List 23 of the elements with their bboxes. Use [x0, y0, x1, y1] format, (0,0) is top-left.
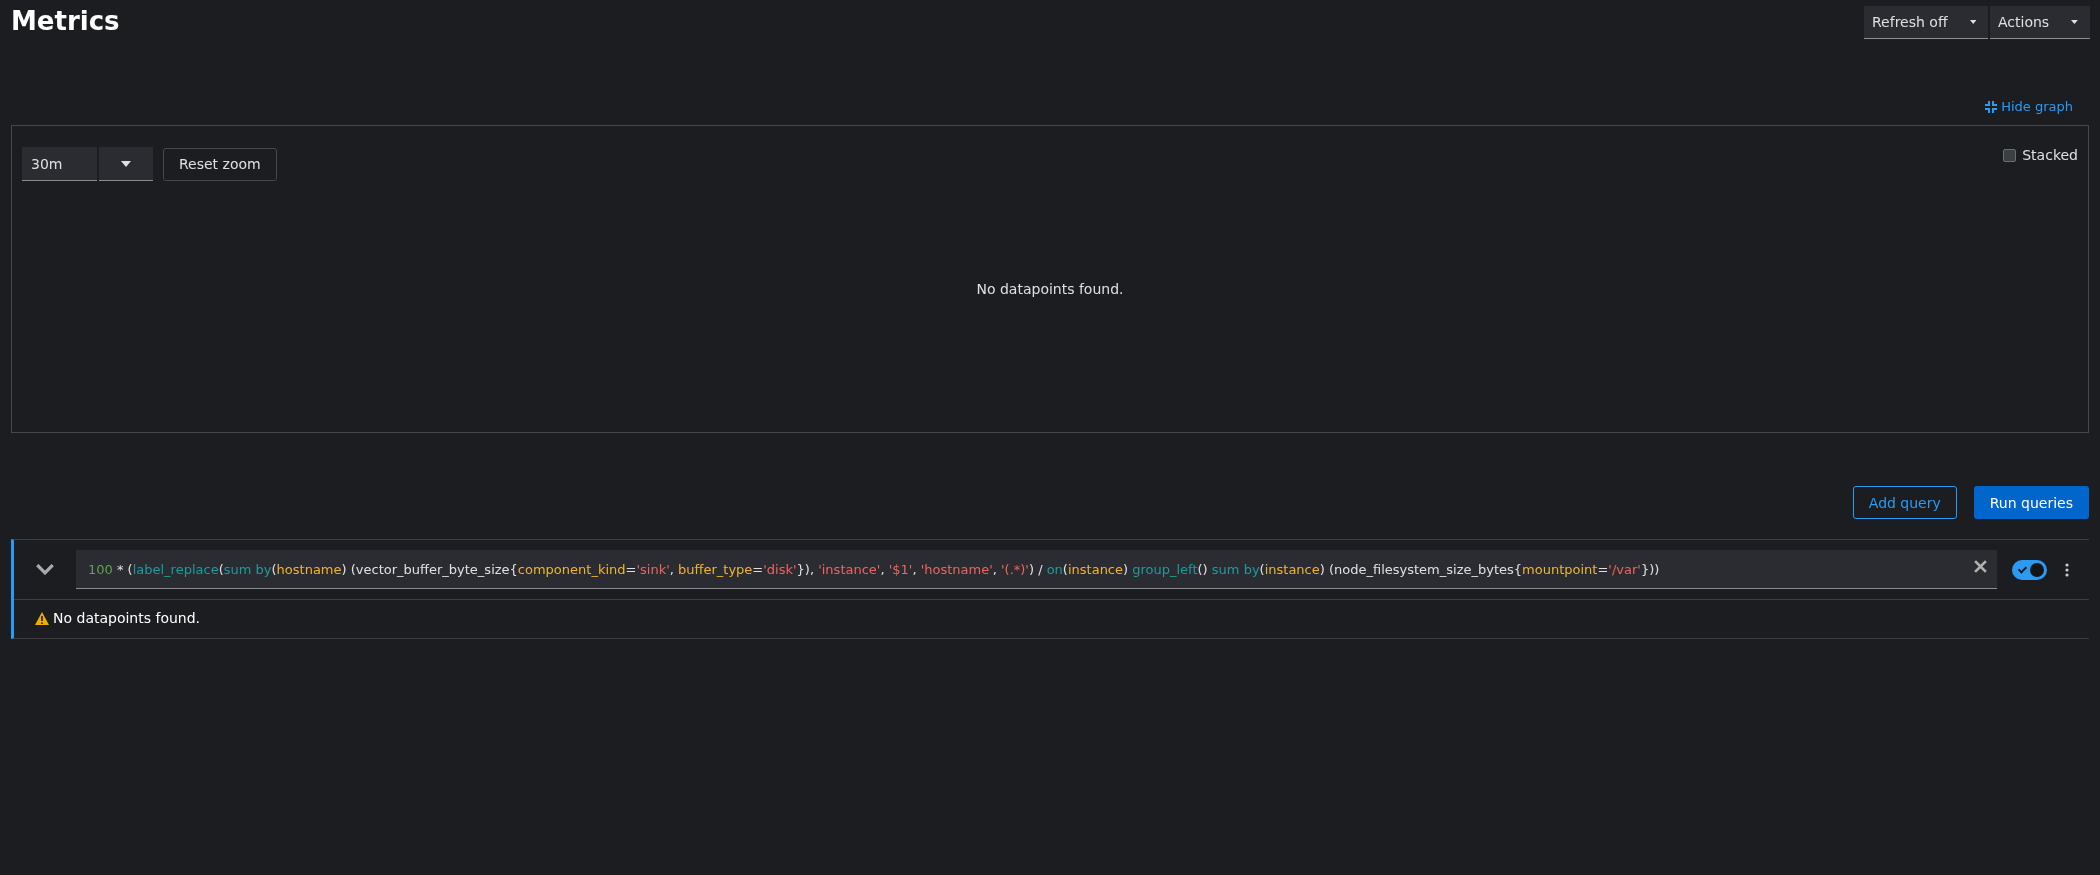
close-icon[interactable]: [1974, 559, 1987, 573]
kebab-menu-icon[interactable]: [2065, 562, 2069, 577]
query-input[interactable]: 100 * (label_replace(sum by(hostname) (vector_buffer_byte_size{component_kind='sink', buffer_type='disk'}), 'instance', '$1', 'hostname', '(.*)') / on(instance) group_left() sum by(instance) (node_filesystem_size_bytes{mountpoint='/var'})): [76, 550, 1997, 589]
empty-message: No datapoints found.: [976, 280, 1124, 297]
caret-icon: [121, 160, 131, 167]
enable-switch[interactable]: [2012, 559, 2047, 580]
warning-icon: [35, 611, 49, 625]
run-queries-button[interactable]: Run queries: [1973, 486, 2089, 519]
stacked-label: Stacked: [2022, 147, 2078, 163]
page-title: Metrics: [11, 6, 120, 36]
hide-graph-link[interactable]: Hide graph: [1985, 99, 2073, 114]
query-message: No datapoints found.: [53, 610, 201, 626]
dropdown-button[interactable]: Refresh off: [1864, 6, 1988, 39]
stacked-checkbox[interactable]: [2003, 149, 2017, 162]
time-range-input[interactable]: 30m: [22, 147, 97, 181]
reset-zoom-button[interactable]: Reset zoom: [163, 147, 277, 181]
dropdown-button[interactable]: Actions: [1990, 6, 2090, 39]
add-query-button[interactable]: Add query: [1852, 486, 1957, 519]
time-range-dropdown[interactable]: [99, 147, 153, 181]
compress-icon: [1985, 100, 1998, 113]
caret-icon: [2071, 19, 2078, 25]
caret-icon: [1969, 19, 1976, 25]
chevron-icon: [36, 564, 54, 575]
